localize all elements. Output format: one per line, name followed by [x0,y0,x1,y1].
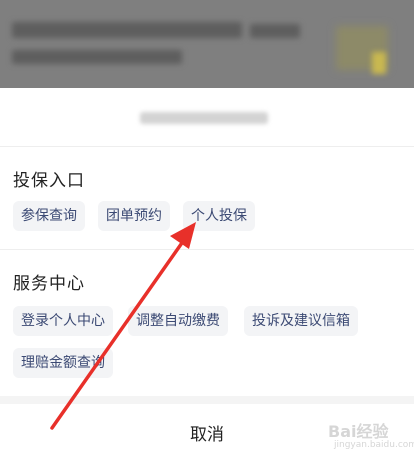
sheet-title-blurred [140,112,268,124]
watermark-url: jingyan.baidu.com [334,440,414,450]
chip-insurance-query[interactable]: 参保查询 [13,201,85,231]
section-title-insure-entry: 投保入口 [13,171,85,191]
chip-login-personal-center[interactable]: 登录个人中心 [13,306,113,336]
chip-group-reservation[interactable]: 团单预约 [98,201,170,231]
chip-complaint-mailbox[interactable]: 投诉及建议信箱 [244,306,358,336]
blurred-background [0,0,414,90]
chip-personal-insurance[interactable]: 个人投保 [183,201,255,231]
section-title-service-center: 服务中心 [13,274,85,294]
blurred-text-line [250,24,300,38]
chip-claim-amount-query[interactable]: 理赔金额查询 [13,348,113,378]
blurred-thumbnail-accent [372,52,386,74]
divider [0,146,414,147]
blurred-text-line [12,50,182,64]
section-separator-band [0,396,414,404]
blurred-text-line [12,22,242,38]
app-screen: 投保入口 参保查询 团单预约 个人投保 服务中心 登录个人中心 调整自动缴费 投… [0,0,414,464]
watermark-logo: Bai经验 [328,422,389,441]
chip-adjust-auto-payment[interactable]: 调整自动缴费 [128,306,228,336]
divider [0,249,414,250]
